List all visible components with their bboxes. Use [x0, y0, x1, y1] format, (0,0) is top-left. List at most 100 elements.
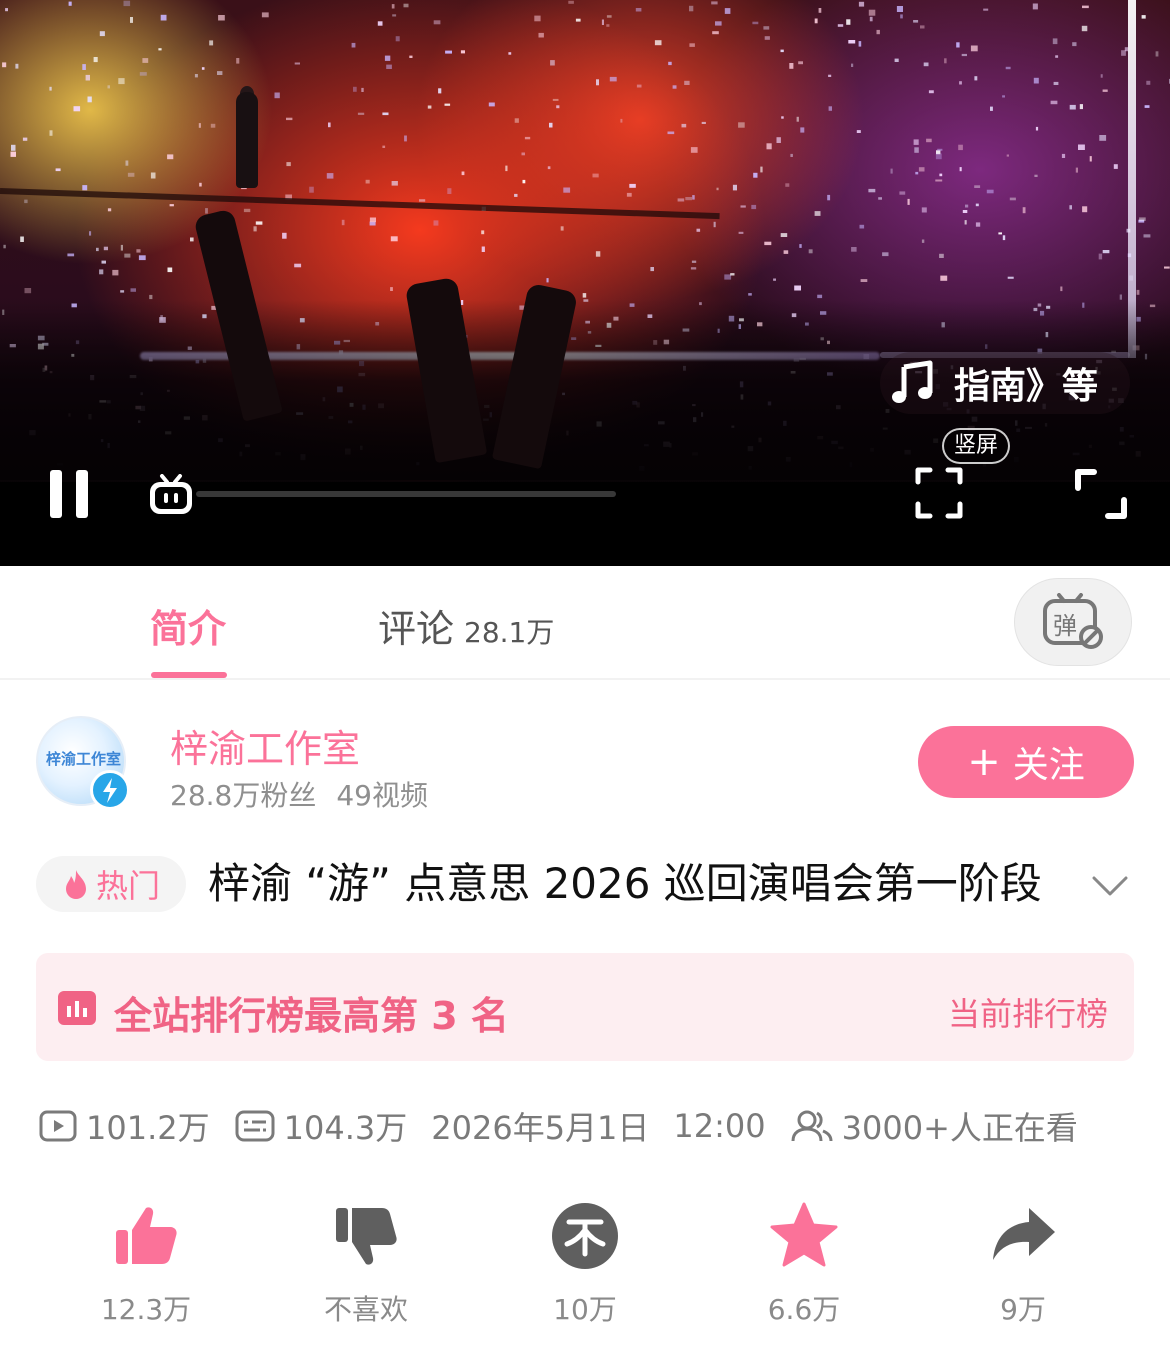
confetti-piece [488, 102, 495, 107]
confetti-piece [959, 167, 962, 172]
video-title[interactable]: 梓渝 “游” 点意思 2026 巡回演唱会第一阶段 [208, 856, 1078, 912]
confetti-piece [939, 253, 944, 258]
like-button[interactable]: 12.3万 [66, 1200, 226, 1328]
confetti-piece [341, 219, 345, 226]
publish-date: 2026年5月1日 [431, 1109, 650, 1147]
confetti-piece [794, 285, 801, 291]
follow-button[interactable]: + 关注 [918, 726, 1134, 798]
confetti-piece [409, 55, 413, 58]
chevron-down-icon[interactable] [1090, 870, 1130, 900]
confetti-piece [460, 50, 465, 54]
confetti-piece [764, 36, 770, 40]
confetti-piece [560, 226, 564, 231]
confetti-piece [199, 182, 202, 187]
confetti-piece [563, 187, 571, 193]
confetti-piece [1050, 100, 1058, 105]
danmaku-toggle-button[interactable]: 弹 [1014, 578, 1132, 666]
publish-time: 12:00 [673, 1107, 766, 1145]
content-tabs: 简介 评论 28.1万 弹 [0, 566, 1170, 680]
confetti-piece [620, 118, 623, 123]
confetti-piece [538, 32, 544, 38]
confetti-piece [760, 166, 763, 173]
ranking-banner[interactable]: 全站排行榜最高第 3 名 当前排行榜 [36, 953, 1134, 1061]
hot-label: 热门 [95, 867, 160, 905]
confetti-piece [974, 76, 978, 81]
confetti-piece [68, 1, 72, 6]
confetti-piece [808, 249, 813, 254]
fan-count: 28.8万粉丝 [170, 779, 317, 812]
confetti-piece [1009, 197, 1016, 201]
confetti-piece [1100, 74, 1103, 78]
confetti-piece [773, 278, 776, 281]
confetti-piece [142, 58, 149, 63]
confetti-piece [198, 123, 201, 128]
confetti-piece [894, 58, 899, 62]
confetti-piece [522, 179, 526, 184]
confetti-piece [107, 208, 112, 212]
confetti-piece [974, 185, 981, 188]
confetti-piece [403, 3, 409, 8]
current-ranking-link[interactable]: 当前排行榜 [948, 989, 1108, 1035]
dislike-button[interactable]: 不喜欢 [286, 1200, 446, 1328]
confetti-piece [282, 232, 287, 239]
favorite-button[interactable]: 6.6万 [724, 1200, 884, 1328]
confetti-piece [606, 24, 610, 27]
fullscreen-icon[interactable] [1074, 468, 1128, 520]
confetti-piece [125, 160, 129, 166]
confetti-piece [882, 252, 889, 257]
confetti-piece [101, 260, 106, 264]
confetti-piece [384, 55, 391, 61]
tab-intro[interactable]: 简介 [150, 598, 226, 653]
flame-icon [65, 870, 86, 899]
confetti-piece [82, 64, 86, 70]
confetti-piece [294, 62, 300, 65]
progress-bar[interactable] [196, 491, 616, 497]
video-count: 49视频 [336, 779, 428, 812]
confetti-piece [848, 40, 856, 44]
uploader-name[interactable]: 梓渝工作室 [170, 718, 360, 773]
pause-icon[interactable] [48, 470, 90, 518]
confetti-piece [150, 172, 156, 179]
confetti-piece [87, 96, 92, 103]
confetti-piece [107, 85, 110, 89]
confetti-piece [690, 147, 698, 153]
confetti-piece [1139, 217, 1146, 221]
confetti-piece [828, 74, 832, 77]
confetti-piece [67, 253, 75, 257]
confetti-piece [964, 220, 967, 225]
vertical-screen-icon[interactable] [914, 466, 964, 520]
video-player[interactable]: 指南》等 竖屏 [0, 0, 1170, 566]
confetti-piece [112, 269, 119, 276]
tv-icon[interactable] [148, 474, 194, 516]
confetti-piece [780, 233, 788, 237]
chart-icon [58, 991, 96, 1025]
confetti-piece [1141, 15, 1146, 19]
confetti-piece [1007, 276, 1014, 279]
confetti-piece [1005, 66, 1011, 70]
confetti-piece [860, 279, 868, 282]
confetti-piece [814, 18, 818, 24]
confetti-piece [1052, 38, 1058, 45]
confetti-piece [22, 137, 28, 141]
confetti-piece [521, 152, 525, 156]
background-music-chip[interactable]: 指南》等 [880, 352, 1130, 414]
confetti-piece [217, 71, 223, 75]
confetti-piece [878, 197, 882, 200]
confetti-piece [685, 197, 692, 201]
hot-badge[interactable]: 热门 [36, 856, 186, 912]
svg-text:弹: 弹 [1053, 612, 1077, 640]
confetti-piece [1002, 95, 1005, 98]
confetti-piece [24, 199, 28, 204]
share-button[interactable]: 9万 [943, 1200, 1103, 1328]
confetti-piece [99, 269, 104, 275]
confetti-piece [654, 40, 662, 46]
coin-button[interactable]: 10万 [505, 1200, 665, 1328]
confetti-piece [740, 205, 746, 208]
confetti-piece [382, 112, 389, 116]
tab-comments[interactable]: 评论 28.1万 [378, 598, 554, 653]
confetti-piece [85, 74, 90, 81]
danmaku-count-value: 104.3万 [283, 1109, 408, 1147]
confetti-piece [780, 49, 784, 53]
confetti-piece [920, 25, 925, 29]
dislike-label: 不喜欢 [323, 1293, 408, 1326]
